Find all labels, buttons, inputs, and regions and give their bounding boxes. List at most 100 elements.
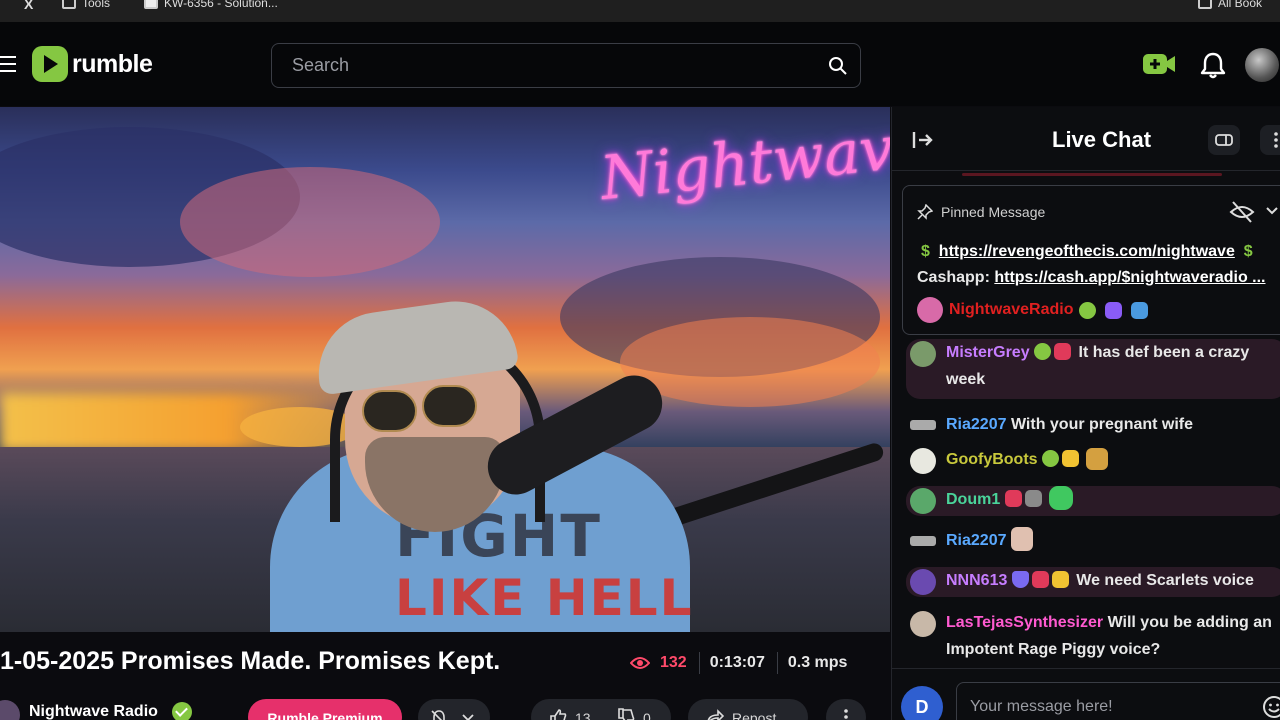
avatar[interactable] bbox=[917, 297, 943, 323]
cashapp-label: Cashapp: bbox=[917, 269, 995, 286]
search-bar bbox=[271, 43, 861, 88]
pinned-author: NightwaveRadio bbox=[917, 297, 1151, 323]
logo-text: rumble bbox=[72, 49, 153, 78]
avatar[interactable] bbox=[910, 611, 936, 637]
chat-message: Ria2207 With your pregnant wife bbox=[906, 411, 1280, 438]
gift-badge-icon bbox=[1024, 490, 1042, 507]
sub-badge-icon bbox=[1054, 343, 1072, 360]
repost-icon bbox=[707, 709, 724, 720]
bookmark-kw[interactable]: KW-6356 - Solution... bbox=[144, 0, 278, 10]
crown-badge-icon bbox=[1105, 301, 1123, 319]
chat-username[interactable]: MisterGrey bbox=[946, 344, 1030, 361]
bookmark-x[interactable]: X bbox=[24, 0, 33, 12]
repost-label: Repost bbox=[732, 710, 777, 720]
menu-icon[interactable] bbox=[0, 56, 16, 74]
doge-emote-icon bbox=[1086, 448, 1109, 470]
chat-message: LasTejasSynthesizer Will you be adding a… bbox=[906, 609, 1280, 665]
pinned-line: $ https://revengeofthecis.com/nightwave … bbox=[921, 243, 1253, 261]
bell-off-icon bbox=[431, 710, 445, 720]
chat-title: Live Chat bbox=[1052, 127, 1152, 152]
channel-avatar[interactable] bbox=[0, 700, 20, 720]
moderator-shield-icon bbox=[1011, 571, 1029, 588]
verified-badge-icon bbox=[1034, 343, 1052, 360]
chevron-down-icon bbox=[462, 714, 474, 720]
chat-username[interactable]: Doum1 bbox=[946, 491, 1000, 508]
rumble-page: X Tools KW-6356 - Solution... All Book r… bbox=[0, 0, 1280, 720]
avatar[interactable] bbox=[910, 420, 936, 430]
gold-badge-icon bbox=[1062, 450, 1079, 467]
page-icon bbox=[144, 0, 158, 9]
avatar[interactable] bbox=[910, 341, 936, 367]
chat-text: With your pregnant wife bbox=[1010, 416, 1194, 433]
search-input[interactable] bbox=[272, 55, 792, 76]
video-title: 1-05-2025 Promises Made. Promises Kept. bbox=[0, 647, 501, 675]
elapsed-time: 0:13:07 bbox=[709, 654, 765, 671]
thumbs-up-icon[interactable] bbox=[549, 708, 567, 720]
user-avatar[interactable] bbox=[1245, 48, 1279, 82]
bookmark-label: All Book bbox=[1218, 0, 1263, 10]
bookmark-all[interactable]: All Book bbox=[1198, 0, 1262, 10]
chat-message: GoofyBoots bbox=[906, 446, 1280, 476]
eye-icon bbox=[630, 657, 650, 669]
channel-name[interactable]: Nightwave Radio bbox=[29, 703, 158, 720]
bookmark-label: Tools bbox=[82, 0, 111, 10]
bitrate: 0.3 mps bbox=[787, 654, 848, 671]
x-logo-icon: X bbox=[24, 0, 34, 12]
thumbs-down-icon[interactable] bbox=[617, 708, 635, 720]
chat-username[interactable]: Ria2207 bbox=[946, 416, 1007, 433]
repost-button[interactable]: Repost bbox=[688, 699, 808, 720]
verified-badge-icon bbox=[1042, 450, 1059, 467]
chat-username[interactable]: NNN613 bbox=[946, 572, 1007, 589]
nightwave-overlay-logo: Nightwave bbox=[597, 109, 890, 215]
avatar[interactable] bbox=[910, 536, 936, 546]
rumble-logo[interactable]: rumble bbox=[32, 46, 153, 82]
chevron-down-icon[interactable] bbox=[1265, 204, 1279, 218]
bookmark-tools[interactable]: Tools bbox=[62, 0, 110, 10]
video-player[interactable]: Nightwave FIGHT LIKE HELL bbox=[0, 107, 890, 632]
downvote-count: 0 bbox=[643, 710, 651, 720]
pin-icon bbox=[917, 204, 933, 220]
pinned-link[interactable]: https://cash.app/$nightwaveradio ... bbox=[994, 269, 1265, 286]
notify-toggle-button[interactable] bbox=[418, 699, 490, 720]
chat-options-icon[interactable] bbox=[1260, 125, 1280, 155]
pinned-link[interactable]: https://revengeofthecis.com/nightwave bbox=[939, 243, 1235, 260]
notifications-bell-icon[interactable] bbox=[1200, 51, 1226, 79]
dollar-icon: $ bbox=[921, 243, 930, 260]
go-live-camera-icon[interactable] bbox=[1142, 50, 1176, 78]
gold-badge-icon bbox=[1051, 571, 1069, 588]
stream-stats: 132 0:13:07 0.3 mps bbox=[630, 652, 859, 674]
shirt-text: LIKE HELL bbox=[395, 569, 694, 627]
green-emote-icon bbox=[1049, 486, 1074, 510]
vote-buttons: 13 0 bbox=[531, 699, 671, 720]
chat-username[interactable]: GoofyBoots bbox=[946, 451, 1038, 468]
sub-badge-icon bbox=[1004, 490, 1022, 507]
chat-username[interactable]: NightwaveRadio bbox=[949, 301, 1073, 319]
pinned-message: Pinned Message $ https://revengeofthecis… bbox=[902, 185, 1280, 335]
site-header: rumble bbox=[0, 22, 1280, 106]
avatar[interactable] bbox=[910, 488, 936, 514]
composer-avatar[interactable]: D bbox=[901, 686, 943, 720]
chat-message: Ria2207 bbox=[906, 527, 1280, 557]
popout-chat-icon[interactable] bbox=[1208, 125, 1240, 155]
chat-message-input[interactable] bbox=[956, 682, 1280, 720]
collapse-chat-icon[interactable] bbox=[912, 130, 934, 150]
pinned-header: Pinned Message bbox=[917, 204, 1045, 220]
avatar[interactable] bbox=[910, 569, 936, 595]
chat-username[interactable]: Ria2207 bbox=[946, 532, 1007, 549]
folder-icon bbox=[62, 0, 76, 9]
dollar-icon: $ bbox=[1243, 243, 1253, 260]
folder-icon bbox=[1198, 0, 1212, 9]
upvote-count: 13 bbox=[575, 710, 591, 720]
hand-emote-icon bbox=[1010, 527, 1033, 551]
viewer-count: 132 bbox=[660, 654, 687, 671]
more-vertical-icon bbox=[844, 709, 848, 719]
hide-eye-icon[interactable] bbox=[1229, 200, 1255, 224]
chat-header: Live Chat bbox=[892, 107, 1280, 171]
bookmark-label: KW-6356 - Solution... bbox=[164, 0, 278, 10]
chat-username[interactable]: LasTejasSynthesizer bbox=[946, 614, 1103, 631]
avatar[interactable] bbox=[910, 448, 936, 474]
rumble-premium-button[interactable]: Rumble Premium bbox=[248, 699, 402, 720]
verified-badge-icon bbox=[1079, 301, 1097, 319]
search-icon[interactable] bbox=[828, 56, 848, 76]
emoji-icon[interactable] bbox=[1262, 695, 1280, 719]
